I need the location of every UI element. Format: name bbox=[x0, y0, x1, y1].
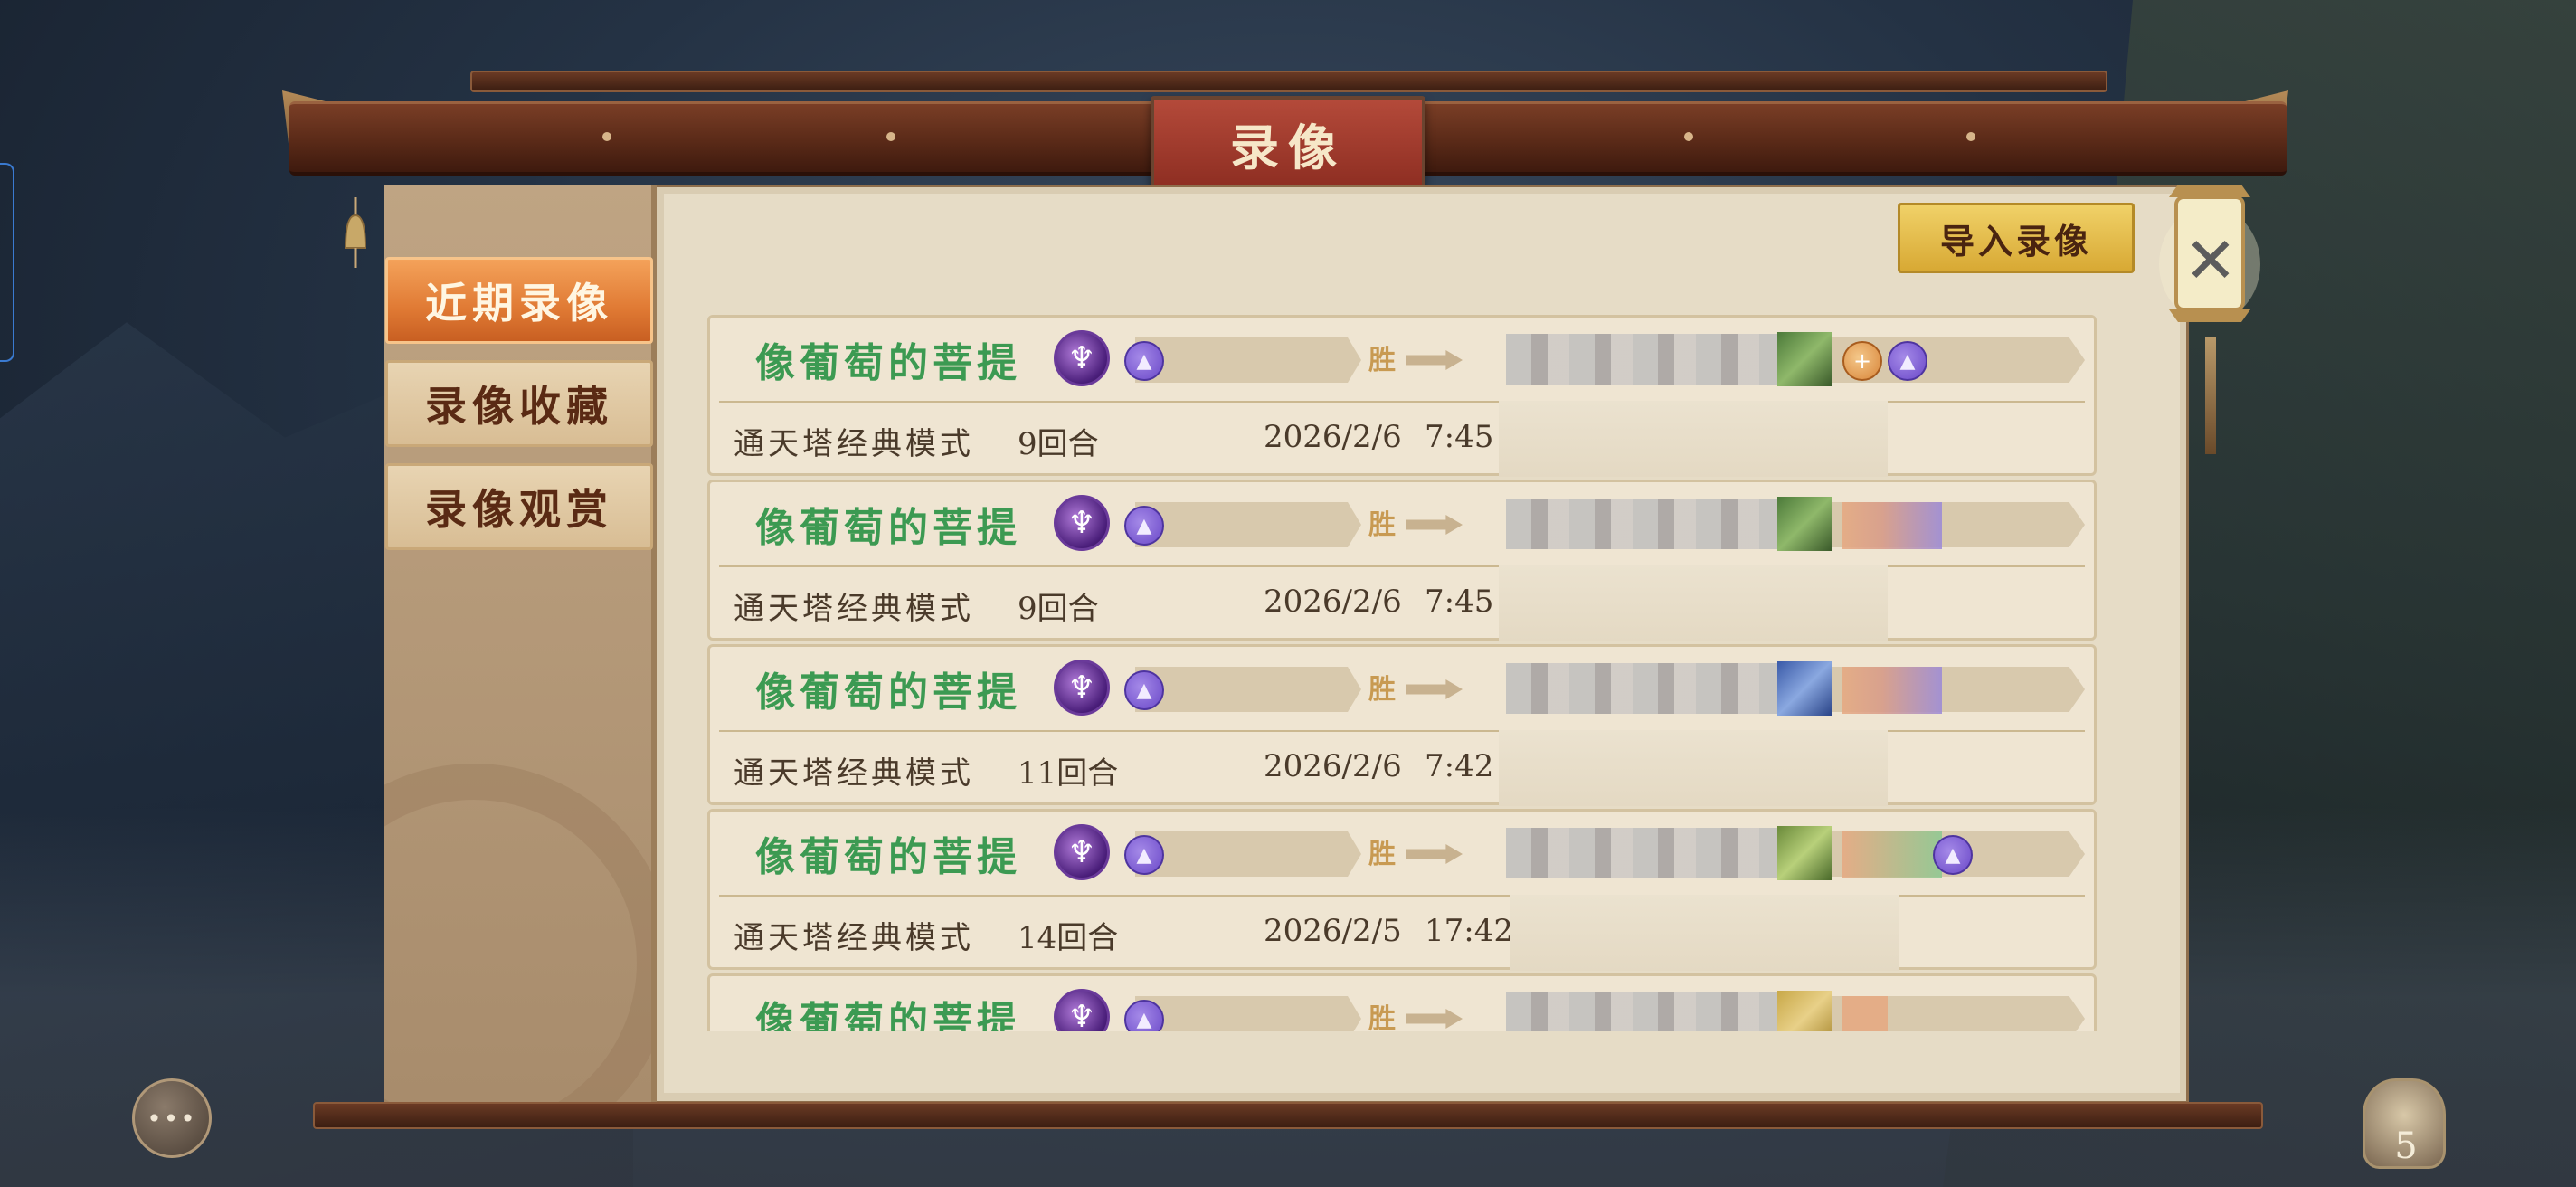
opponent-avatar-blurred bbox=[1777, 661, 1832, 716]
replay-time: 7:45 bbox=[1425, 419, 1494, 455]
hero-icon: ♆ bbox=[1054, 660, 1110, 716]
title-plaque: 录像 bbox=[1151, 96, 1425, 190]
result-label: 胜 bbox=[1368, 1003, 1396, 1031]
result-label: 胜 bbox=[1368, 345, 1396, 376]
arrow-right-icon bbox=[1406, 350, 1463, 370]
opponent-skills-blurred bbox=[1842, 996, 1888, 1031]
import-replay-label: 导入录像 bbox=[1939, 220, 2092, 261]
hero-icon: ♆ bbox=[1054, 495, 1110, 551]
blur-mask bbox=[1510, 895, 1899, 971]
opponent-avatar-blurred bbox=[1777, 332, 1832, 386]
replay-time: 7:45 bbox=[1425, 584, 1494, 620]
replay-row[interactable]: 像葡萄的菩提 ♆ ▲ 胜 通天塔经典模式 11回合 2026/2/6 7:42 bbox=[707, 644, 2097, 806]
sidebar-item-label: 录像观赏 bbox=[425, 485, 613, 534]
replay-date: 2026/2/5 bbox=[1264, 913, 1402, 949]
player-bar bbox=[1135, 831, 1361, 877]
round-count: 11回合 bbox=[1018, 755, 1119, 792]
replay-date: 2026/2/6 bbox=[1264, 748, 1402, 784]
arrow-right-icon bbox=[1406, 679, 1463, 699]
bag-count: 5 bbox=[2394, 1125, 2418, 1167]
replay-row[interactable]: 像葡萄的菩提 ♆ ▲ 胜 + ▲ 通天塔经典模式 9回合 2026/2/6 7:… bbox=[707, 315, 2097, 477]
opponent-name-blurred bbox=[1506, 499, 1814, 549]
chat-button[interactable]: ••• bbox=[132, 1078, 212, 1158]
player-name: 像葡萄的菩提 bbox=[755, 669, 1021, 716]
footer-beam bbox=[313, 1102, 2263, 1129]
blur-mask bbox=[1499, 730, 1888, 806]
opponent-name-blurred bbox=[1506, 663, 1814, 714]
header-stud bbox=[1684, 132, 1693, 141]
opponent-avatar-blurred bbox=[1777, 497, 1832, 551]
opponent-skills-blurred bbox=[1842, 667, 1942, 714]
skill-icon: ▲ bbox=[1124, 670, 1164, 710]
header-top-beam bbox=[470, 71, 2107, 92]
player-bar bbox=[1135, 996, 1361, 1031]
player-bar bbox=[1135, 502, 1361, 547]
close-button[interactable]: ✕ bbox=[2176, 223, 2245, 298]
header-stud bbox=[1966, 132, 1975, 141]
bell-icon bbox=[344, 197, 367, 268]
replay-time: 7:42 bbox=[1425, 748, 1494, 784]
result-label: 胜 bbox=[1368, 839, 1396, 870]
page-title: 录像 bbox=[1230, 118, 1346, 176]
player-bar bbox=[1135, 337, 1361, 383]
player-bar bbox=[1135, 667, 1361, 712]
sidebar-item-recent[interactable]: 近期录像 bbox=[385, 257, 653, 344]
arrow-right-icon bbox=[1406, 515, 1463, 535]
replay-list[interactable]: 像葡萄的菩提 ♆ ▲ 胜 + ▲ 通天塔经典模式 9回合 2026/2/6 7:… bbox=[707, 315, 2097, 1031]
fire-skill-icon: + bbox=[1842, 341, 1882, 381]
skill-icon: ▲ bbox=[1124, 506, 1164, 546]
game-mode: 通天塔经典模式 bbox=[734, 591, 974, 627]
skill-icon: ▲ bbox=[1124, 835, 1164, 875]
game-mode: 通天塔经典模式 bbox=[734, 755, 974, 792]
replay-date: 2026/2/6 bbox=[1264, 584, 1402, 620]
close-icon: ✕ bbox=[2183, 223, 2238, 298]
sidebar-item-label: 录像收藏 bbox=[425, 382, 613, 431]
arrow-right-icon bbox=[1406, 1009, 1463, 1029]
player-name: 像葡萄的菩提 bbox=[755, 340, 1021, 386]
player-name: 像葡萄的菩提 bbox=[755, 834, 1021, 880]
chat-icon: ••• bbox=[147, 1103, 197, 1134]
opponent-name-blurred bbox=[1506, 828, 1814, 878]
round-count: 9回合 bbox=[1018, 426, 1099, 462]
opponent-skills-blurred bbox=[1842, 502, 1942, 549]
skill-icon: ▲ bbox=[1124, 341, 1164, 381]
opponent-skills-blurred bbox=[1842, 831, 1942, 878]
blur-mask bbox=[1499, 401, 1888, 477]
opponent-name-blurred bbox=[1506, 334, 1814, 385]
hero-icon: ♆ bbox=[1054, 330, 1110, 386]
game-mode: 通天塔经典模式 bbox=[734, 920, 974, 956]
hero-icon: ♆ bbox=[1054, 989, 1110, 1031]
header-stud bbox=[886, 132, 895, 141]
arrow-right-icon bbox=[1406, 844, 1463, 864]
edge-pull-tab[interactable] bbox=[0, 163, 14, 362]
lantern-tassel bbox=[2205, 337, 2216, 454]
round-count: 14回合 bbox=[1018, 920, 1119, 956]
import-replay-button[interactable]: 导入录像 bbox=[1898, 203, 2135, 273]
result-label: 胜 bbox=[1368, 674, 1396, 706]
player-name: 像葡萄的菩提 bbox=[755, 999, 1021, 1031]
replay-row[interactable]: 像葡萄的菩提 ♆ ▲ 胜 bbox=[707, 973, 2097, 1031]
opponent-avatar-blurred bbox=[1777, 826, 1832, 880]
sidebar-decoration bbox=[384, 764, 651, 1104]
replay-date: 2026/2/6 bbox=[1264, 419, 1402, 455]
blur-mask bbox=[1499, 565, 1888, 641]
game-mode: 通天塔经典模式 bbox=[734, 426, 974, 462]
replay-time: 17:42 bbox=[1425, 913, 1513, 949]
sidebar-item-favorites[interactable]: 录像收藏 bbox=[385, 360, 653, 447]
opponent-name-blurred bbox=[1506, 992, 1814, 1031]
header-stud bbox=[602, 132, 611, 141]
result-label: 胜 bbox=[1368, 509, 1396, 541]
player-name: 像葡萄的菩提 bbox=[755, 505, 1021, 551]
replay-row[interactable]: 像葡萄的菩提 ♆ ▲ 胜 ▲ 通天塔经典模式 14回合 2026/2/5 17:… bbox=[707, 809, 2097, 971]
opponent-avatar-blurred bbox=[1777, 991, 1832, 1031]
sidebar-item-label: 近期录像 bbox=[425, 279, 613, 328]
skill-icon: ▲ bbox=[1888, 341, 1927, 381]
hero-icon: ♆ bbox=[1054, 824, 1110, 880]
skill-icon: ▲ bbox=[1933, 835, 1973, 875]
sidebar-item-watch[interactable]: 录像观赏 bbox=[385, 463, 653, 550]
round-count: 9回合 bbox=[1018, 591, 1099, 627]
replay-row[interactable]: 像葡萄的菩提 ♆ ▲ 胜 通天塔经典模式 9回合 2026/2/6 7:45 bbox=[707, 480, 2097, 641]
